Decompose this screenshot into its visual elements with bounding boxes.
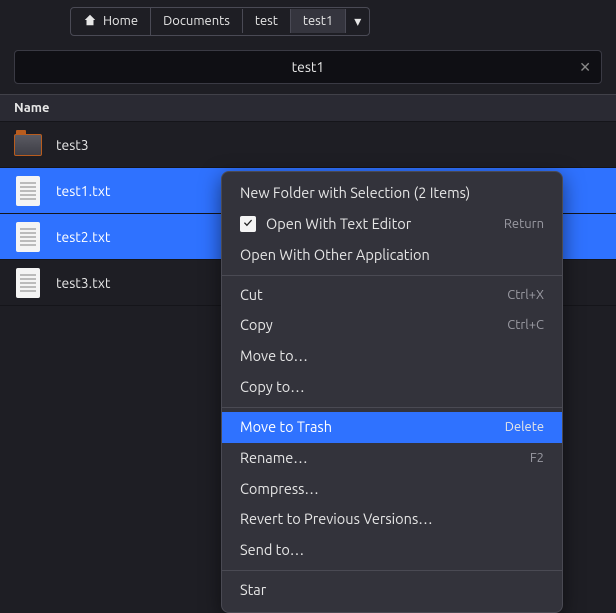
clear-search-button[interactable]: ✕ xyxy=(579,59,591,76)
context-menu: New Folder with Selection (2 Items) ✓ Op… xyxy=(221,171,563,613)
menu-revert[interactable]: Revert to Previous Versions… xyxy=(222,504,562,535)
column-header-name-label: Name xyxy=(14,101,49,115)
menu-separator xyxy=(222,407,562,408)
menu-label: Compress… xyxy=(240,480,319,499)
menu-open-text-editor[interactable]: ✓ Open With Text Editor Return xyxy=(222,209,562,240)
menu-copy[interactable]: Copy Ctrl+C xyxy=(222,310,562,341)
breadcrumb-dropdown[interactable]: ▾ xyxy=(346,8,369,35)
menu-new-folder-selection[interactable]: New Folder with Selection (2 Items) xyxy=(222,178,562,209)
chevron-down-icon: ▾ xyxy=(354,13,361,30)
breadcrumb-test1[interactable]: test1 xyxy=(291,9,346,33)
menu-label: Open With Other Application xyxy=(240,246,430,265)
home-icon xyxy=(83,13,97,30)
menu-label: Move to… xyxy=(240,347,308,366)
menu-label: Open With Text Editor xyxy=(266,215,411,234)
menu-label: Copy to… xyxy=(240,378,305,397)
checkbox-icon: ✓ xyxy=(240,216,256,232)
breadcrumb-test1-label: test1 xyxy=(303,14,333,28)
text-file-icon xyxy=(16,176,40,206)
menu-label: Cut xyxy=(240,286,263,305)
menu-open-other-app[interactable]: Open With Other Application xyxy=(222,240,562,271)
search-input[interactable] xyxy=(15,59,601,75)
text-file-icon xyxy=(16,222,40,252)
close-icon: ✕ xyxy=(579,59,591,75)
menu-send-to[interactable]: Send to… xyxy=(222,535,562,566)
menu-separator xyxy=(222,275,562,276)
menu-move-to[interactable]: Move to… xyxy=(222,341,562,372)
breadcrumb-test[interactable]: test xyxy=(243,9,291,33)
menu-rename[interactable]: Rename… F2 xyxy=(222,443,562,474)
breadcrumb-documents-label: Documents xyxy=(163,14,230,28)
text-file-icon xyxy=(16,268,40,298)
toolbar: Home Documents test test1 ▾ xyxy=(0,0,616,42)
menu-label: Star xyxy=(240,581,266,600)
menu-move-to-trash[interactable]: Move to Trash Delete xyxy=(222,412,562,443)
breadcrumb-home[interactable]: Home xyxy=(71,8,151,35)
menu-label: New Folder with Selection (2 Items) xyxy=(240,184,470,203)
menu-label: Move to Trash xyxy=(240,418,332,437)
menu-shortcut: Return xyxy=(504,216,544,233)
file-name: test1.txt xyxy=(56,183,110,199)
breadcrumb-home-label: Home xyxy=(103,14,138,28)
menu-label: Copy xyxy=(240,316,273,335)
file-name: test3.txt xyxy=(56,275,110,291)
menu-star[interactable]: Star xyxy=(222,575,562,606)
menu-shortcut: Delete xyxy=(505,419,544,436)
file-name: test2.txt xyxy=(56,229,110,245)
folder-icon xyxy=(14,134,42,156)
menu-shortcut: Ctrl+X xyxy=(507,287,544,304)
menu-shortcut: F2 xyxy=(530,450,544,467)
column-header-name[interactable]: Name xyxy=(0,94,616,122)
menu-shortcut: Ctrl+C xyxy=(507,317,544,334)
menu-label: Send to… xyxy=(240,541,304,560)
menu-cut[interactable]: Cut Ctrl+X xyxy=(222,280,562,311)
breadcrumb-test-label: test xyxy=(255,14,278,28)
breadcrumb-documents[interactable]: Documents xyxy=(151,9,243,33)
menu-copy-to[interactable]: Copy to… xyxy=(222,372,562,403)
file-name: test3 xyxy=(56,137,89,153)
list-item-folder[interactable]: test3 xyxy=(0,122,616,168)
menu-separator xyxy=(222,570,562,571)
search-bar: ✕ xyxy=(14,50,602,84)
menu-compress[interactable]: Compress… xyxy=(222,474,562,505)
menu-label: Rename… xyxy=(240,449,308,468)
menu-label: Revert to Previous Versions… xyxy=(240,510,433,529)
breadcrumb: Home Documents test test1 ▾ xyxy=(70,7,370,36)
